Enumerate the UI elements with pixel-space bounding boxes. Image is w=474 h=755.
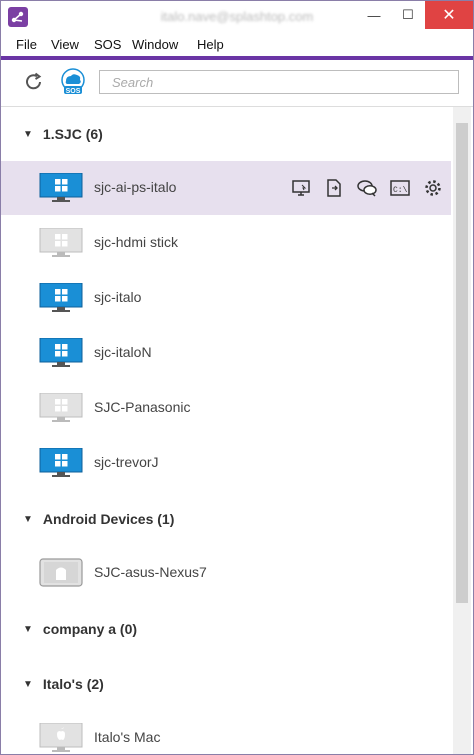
collapse-triangle-icon[interactable]: ▼ xyxy=(23,624,33,635)
settings-gear-icon[interactable] xyxy=(422,177,444,199)
device-row[interactable]: Italo's Mac xyxy=(1,711,451,754)
device-row[interactable]: SJC-Panasonic xyxy=(1,381,451,435)
device-row[interactable]: sjc-trevorJ xyxy=(1,436,451,490)
device-name: sjc-trevorJ xyxy=(94,454,159,470)
device-list: ▼ 1.SJC (6) sjc-ai-ps-italo C:\ sjc-hdmi… xyxy=(1,107,451,754)
windows-computer-icon xyxy=(39,338,83,367)
toolbar: SOS Search xyxy=(1,60,473,107)
command-prompt-icon[interactable]: C:\ xyxy=(389,177,411,199)
device-name: SJC-asus-Nexus7 xyxy=(94,564,207,580)
group-header-italos[interactable]: ▼ Italo's (2) xyxy=(23,676,104,692)
group-label: Italo's (2) xyxy=(42,676,104,692)
sos-cloud-icon: SOS xyxy=(61,68,85,95)
menu-bar: File View SOS Window Help xyxy=(1,33,473,56)
file-transfer-icon[interactable] xyxy=(323,177,345,199)
group-header-company-a[interactable]: ▼ company a (0) xyxy=(23,621,137,637)
device-name: sjc-italoN xyxy=(94,344,152,360)
maximize-button[interactable]: ☐ xyxy=(391,1,425,29)
scrollbar-thumb[interactable] xyxy=(456,123,468,603)
collapse-triangle-icon[interactable]: ▼ xyxy=(23,129,33,140)
refresh-icon[interactable] xyxy=(23,71,45,93)
search-input[interactable]: Search xyxy=(99,70,459,94)
vertical-scrollbar[interactable] xyxy=(453,107,471,754)
device-name: Italo's Mac xyxy=(94,729,161,745)
collapse-triangle-icon[interactable]: ▼ xyxy=(23,514,33,525)
app-window: italo.nave@splashtop.com — ☐ ✕ File View… xyxy=(0,0,474,755)
group-label: Android Devices (1) xyxy=(42,511,175,527)
android-tablet-offline-icon xyxy=(39,558,83,587)
device-row[interactable]: sjc-italo xyxy=(1,271,451,325)
device-name: sjc-italo xyxy=(94,289,142,305)
remote-desktop-icon[interactable] xyxy=(290,177,312,199)
sos-button[interactable]: SOS xyxy=(59,67,87,97)
menu-view[interactable]: View xyxy=(51,37,79,52)
group-header-android[interactable]: ▼ Android Devices (1) xyxy=(23,511,174,527)
group-label: company a (0) xyxy=(42,621,138,637)
device-name: sjc-ai-ps-italo xyxy=(94,179,177,195)
device-row[interactable]: SJC-asus-Nexus7 xyxy=(1,546,451,600)
mac-computer-offline-icon xyxy=(39,723,83,752)
device-name: sjc-hdmi stick xyxy=(94,234,179,250)
sos-label: SOS xyxy=(66,88,81,95)
device-row[interactable]: sjc-italoN xyxy=(1,326,451,380)
group-label: 1.SJC (6) xyxy=(42,126,103,142)
device-row[interactable]: sjc-hdmi stick xyxy=(1,216,451,270)
device-row[interactable]: sjc-ai-ps-italo C:\ xyxy=(1,161,451,215)
device-name: SJC-Panasonic xyxy=(94,399,191,415)
close-button[interactable]: ✕ xyxy=(425,1,473,29)
collapse-triangle-icon[interactable]: ▼ xyxy=(23,679,33,690)
minimize-button[interactable]: — xyxy=(357,1,391,29)
chat-icon[interactable] xyxy=(356,177,378,199)
menu-window[interactable]: Window xyxy=(132,37,178,52)
windows-computer-offline-icon xyxy=(39,393,83,422)
svg-text:C:\: C:\ xyxy=(393,186,408,195)
title-bar: italo.nave@splashtop.com — ☐ ✕ xyxy=(1,1,473,33)
windows-computer-icon xyxy=(39,173,83,202)
menu-sos[interactable]: SOS xyxy=(94,37,121,52)
windows-computer-icon xyxy=(39,448,83,477)
group-header-sjc[interactable]: ▼ 1.SJC (6) xyxy=(23,126,103,142)
menu-file[interactable]: File xyxy=(16,37,37,52)
windows-computer-icon xyxy=(39,283,83,312)
windows-computer-offline-icon xyxy=(39,228,83,257)
menu-help[interactable]: Help xyxy=(197,37,224,52)
device-actions: C:\ xyxy=(290,177,444,199)
